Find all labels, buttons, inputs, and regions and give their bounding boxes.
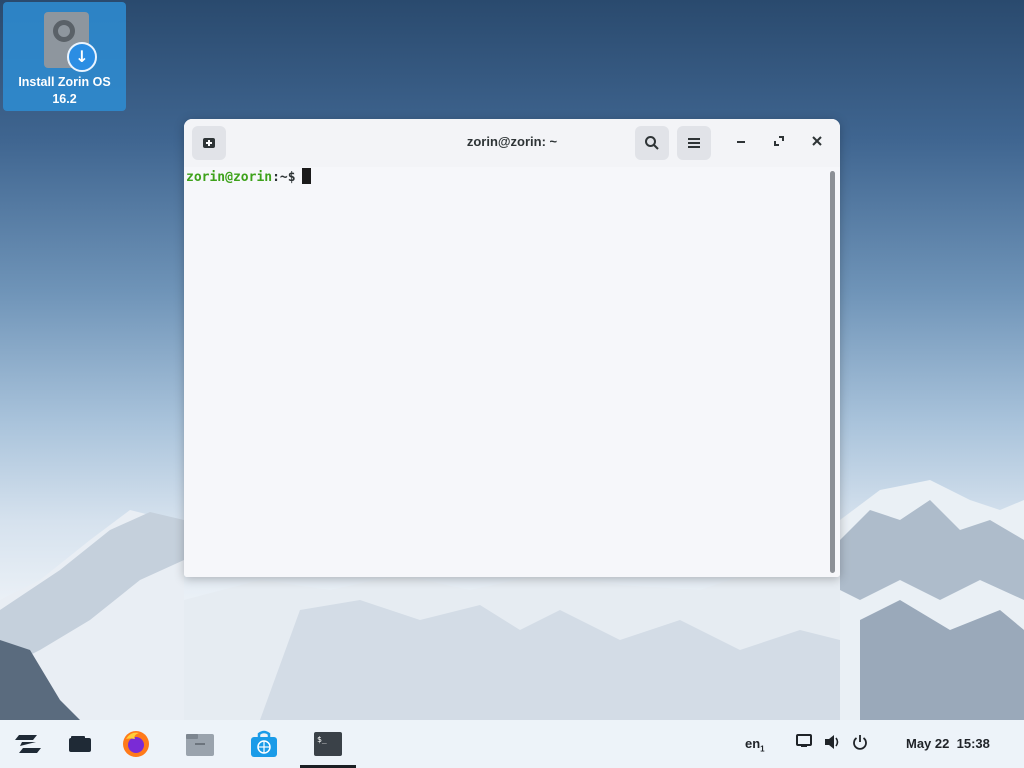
terminal-icon: $_: [314, 732, 342, 756]
terminal-scrollbar[interactable]: [830, 171, 835, 573]
terminal-window[interactable]: zorin@zorin: ~ zorin@zorin:~$: [184, 119, 840, 577]
keyboard-layout-indicator[interactable]: en1: [745, 736, 765, 754]
svg-text:$_: $_: [317, 735, 327, 744]
clock-time: 15:38: [956, 736, 990, 751]
prompt-user: zorin@zorin: [186, 170, 273, 185]
search-button[interactable]: [635, 126, 669, 160]
show-desktop-button[interactable]: [64, 728, 96, 760]
volume-icon[interactable]: [823, 734, 841, 752]
clock[interactable]: May 22 15:38: [906, 736, 990, 751]
prompt-path: :~$: [272, 170, 296, 185]
power-icon[interactable]: [851, 734, 869, 752]
hamburger-menu-icon: [688, 138, 700, 148]
close-button[interactable]: [806, 132, 828, 154]
folder-icon: [186, 734, 214, 756]
screen-icon[interactable]: [795, 734, 813, 752]
install-zorin-desktop-icon[interactable]: ↓ Install Zorin OS 16.2: [3, 2, 126, 111]
firefox-launcher[interactable]: [120, 728, 152, 760]
close-icon: [812, 136, 822, 146]
desktop-icon-label: Install Zorin OS 16.2: [18, 75, 111, 106]
search-icon: [645, 136, 659, 150]
workspace-icon: [69, 736, 91, 752]
terminal-titlebar[interactable]: zorin@zorin: ~: [184, 119, 840, 167]
taskbar: $_ en1 May 22 15:38: [0, 720, 1024, 768]
maximize-icon: [774, 136, 784, 146]
menu-button[interactable]: [677, 126, 711, 160]
terminal-output-area[interactable]: [184, 167, 840, 577]
store-bag-icon: [251, 730, 277, 757]
zorin-menu-button[interactable]: [12, 728, 44, 760]
files-launcher[interactable]: [184, 728, 216, 760]
download-icon: ↓: [67, 42, 97, 72]
zorin-logo-icon: [15, 735, 41, 753]
maximize-button[interactable]: [768, 132, 790, 154]
terminal-launcher[interactable]: $_: [312, 728, 344, 760]
clock-date: May 22: [906, 736, 950, 751]
minimize-icon: [737, 141, 745, 143]
terminal-prompt: zorin@zorin:~$: [186, 168, 311, 185]
firefox-icon: [123, 731, 149, 757]
software-store-launcher[interactable]: [248, 728, 280, 760]
text-cursor: [301, 168, 311, 184]
minimize-button[interactable]: [730, 132, 752, 154]
